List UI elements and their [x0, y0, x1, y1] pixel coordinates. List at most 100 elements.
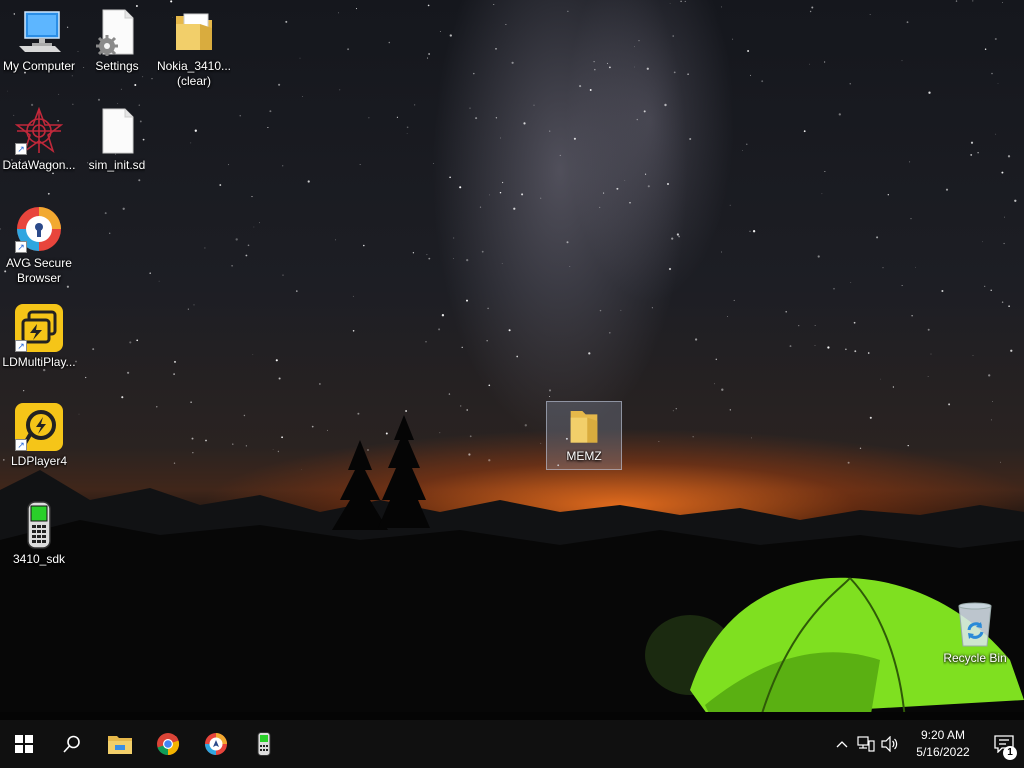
star: [359, 164, 361, 165]
star: [228, 164, 230, 166]
star: [798, 325, 800, 327]
desktop-icon-recycle-bin[interactable]: Recycle Bin: [937, 600, 1013, 666]
star: [92, 348, 95, 351]
star: [459, 186, 462, 189]
star: [156, 406, 158, 408]
taskbar-file-explorer[interactable]: [96, 720, 144, 768]
star: [426, 57, 429, 59]
volume-button[interactable]: [878, 720, 902, 768]
star: [192, 452, 194, 454]
nokia-phone-icon: [257, 732, 271, 756]
network-button[interactable]: [854, 720, 878, 768]
star: [715, 358, 718, 361]
desktop-icon-ldplayer4[interactable]: ↗ LDPlayer4: [1, 403, 77, 469]
star: [853, 321, 856, 324]
star: [426, 254, 428, 256]
desktop-icon-datawagon[interactable]: ↗ DataWagon...: [1, 106, 77, 173]
star: [524, 424, 527, 427]
star: [823, 61, 826, 63]
star: [990, 419, 992, 421]
blank-file-icon: [93, 107, 141, 155]
windows-start-icon: [15, 735, 33, 753]
star: [326, 429, 328, 431]
star: [158, 280, 160, 282]
star: [231, 264, 233, 267]
taskbar-3410-sdk[interactable]: [240, 720, 288, 768]
star: [433, 163, 434, 164]
star: [833, 287, 835, 290]
star: [789, 345, 792, 348]
star: [694, 338, 698, 341]
star: [990, 289, 992, 292]
star: [521, 193, 524, 196]
star: [636, 118, 638, 121]
star: [603, 192, 605, 194]
desktop-icon-settings[interactable]: Settings: [79, 8, 155, 74]
star: [599, 309, 602, 312]
desktop-icon-memz[interactable]: MEMZ: [546, 401, 622, 470]
star: [117, 103, 119, 104]
desktop-icon-avg-secure-browser[interactable]: ↗ AVG Secure Browser: [1, 205, 77, 286]
search-button[interactable]: [48, 720, 96, 768]
star: [486, 340, 488, 342]
recycle-bin-icon: [951, 600, 999, 648]
star: [988, 374, 991, 377]
star: [906, 21, 909, 24]
star: [721, 388, 724, 391]
star: [995, 133, 997, 135]
network-icon: [857, 736, 875, 752]
desktop-icon-label: sim_init.sd: [88, 158, 146, 172]
star: [135, 5, 138, 7]
desktop-icon-my-computer[interactable]: My Computer: [1, 8, 77, 74]
desktop-icon-ldmultiplayer[interactable]: ↗ LDMultiPlay...: [1, 304, 77, 370]
start-button[interactable]: [0, 720, 48, 768]
star: [235, 238, 238, 241]
star: [599, 206, 601, 208]
star: [566, 241, 569, 244]
star: [412, 252, 415, 254]
star: [385, 432, 388, 435]
star: [138, 179, 141, 182]
star: [915, 266, 916, 268]
star: [948, 403, 951, 406]
star: [721, 251, 722, 253]
star: [930, 353, 932, 355]
star: [413, 104, 416, 106]
star: [1010, 349, 1013, 352]
desktop-icon-3410-sdk[interactable]: 3410_sdk: [1, 501, 77, 567]
star: [71, 75, 73, 77]
star: [501, 181, 504, 184]
star: [449, 34, 452, 37]
star: [880, 378, 881, 380]
star: [396, 116, 398, 118]
star: [466, 258, 469, 262]
star: [910, 217, 912, 220]
star: [466, 409, 469, 411]
star: [368, 117, 370, 119]
show-hidden-icons-button[interactable]: [830, 720, 854, 768]
star: [30, 103, 34, 107]
taskbar-clock[interactable]: 9:20 AM 5/16/2022: [908, 727, 978, 761]
star: [466, 299, 468, 302]
star: [972, 355, 974, 356]
star: [692, 436, 694, 438]
desktop[interactable]: My Computer Settings Nokia_3410... (clea…: [0, 0, 1024, 720]
star: [992, 401, 993, 403]
taskbar-chrome[interactable]: [144, 720, 192, 768]
star: [72, 103, 74, 105]
star: [991, 72, 993, 75]
star: [927, 376, 929, 377]
star: [593, 60, 595, 63]
star: [151, 78, 153, 80]
taskbar-avg-browser[interactable]: [192, 720, 240, 768]
action-center-button[interactable]: 1: [984, 720, 1024, 768]
star: [616, 187, 619, 190]
star: [174, 360, 176, 363]
star: [634, 66, 635, 68]
desktop-icon-sim-init[interactable]: sim_init.sd: [79, 107, 155, 173]
star: [438, 328, 441, 331]
avg-browser-icon: [205, 733, 227, 755]
star: [869, 14, 871, 15]
star: [449, 176, 451, 179]
desktop-icon-nokia-folder[interactable]: Nokia_3410... (clear): [156, 8, 232, 89]
